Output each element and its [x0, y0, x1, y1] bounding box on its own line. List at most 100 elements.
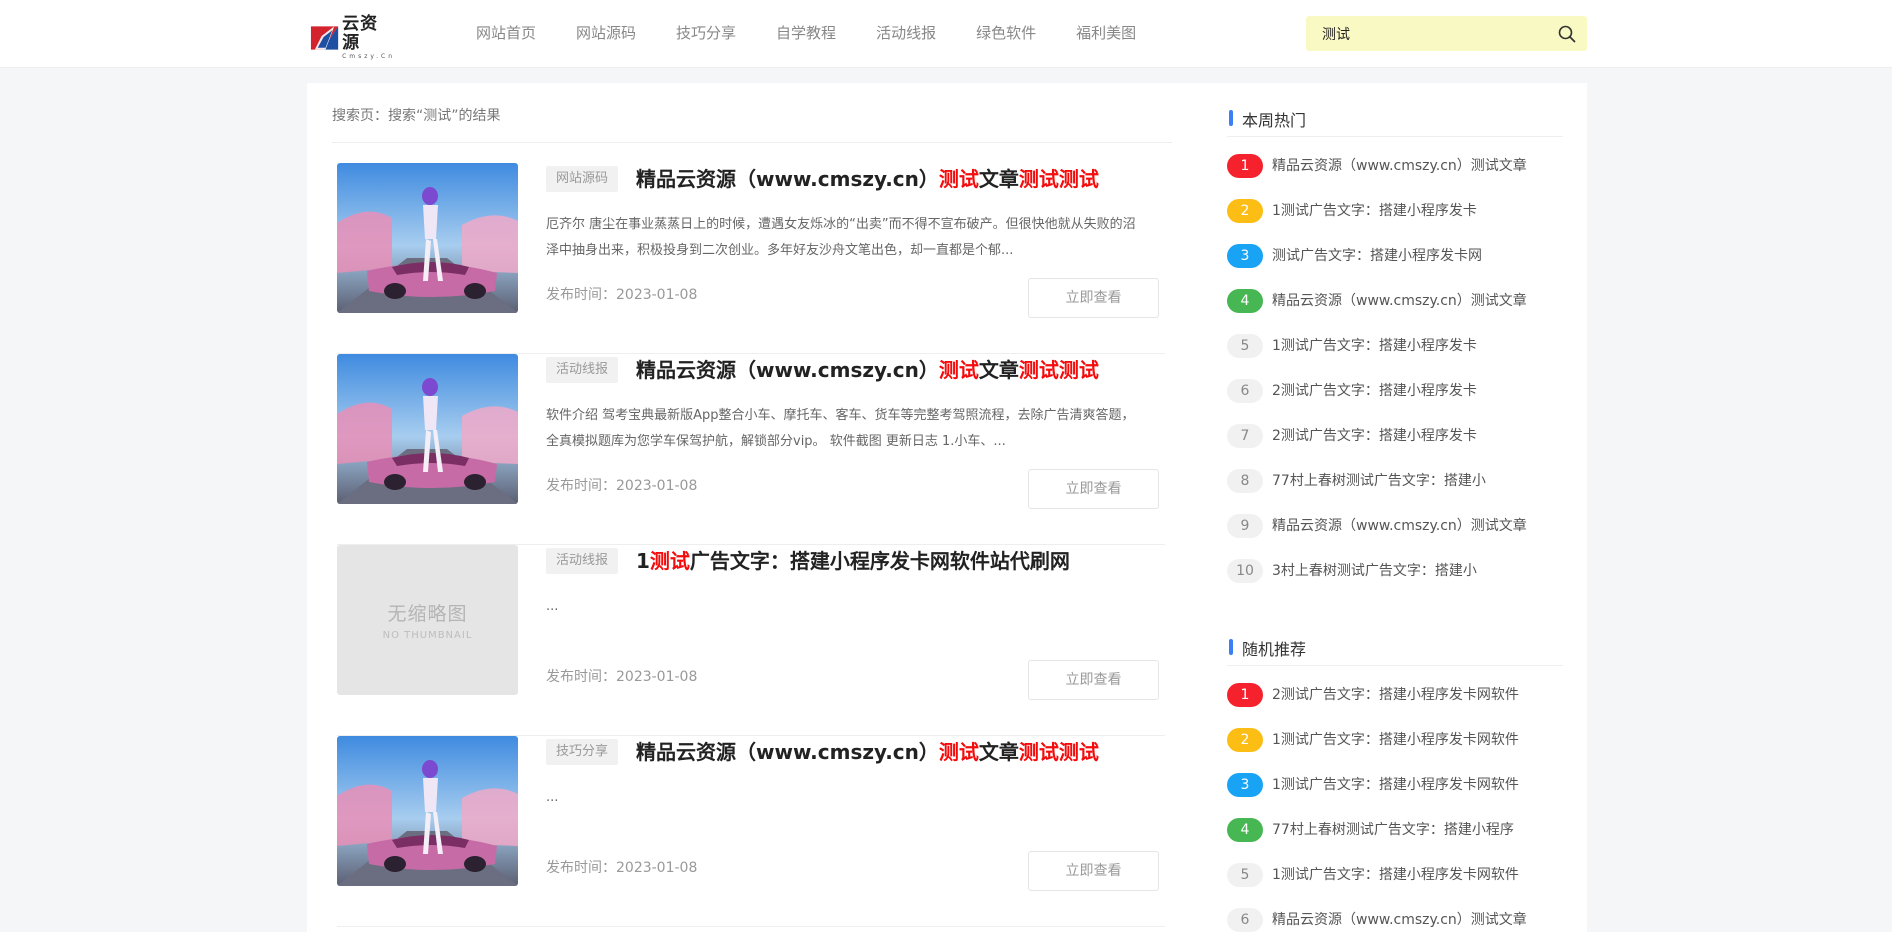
sidebar-list-item[interactable]: 3 1测试广告文字：搭建小程序发卡网软件	[1227, 773, 1563, 797]
sidebar-hot-header: 本周热门	[1227, 97, 1563, 137]
section-accent-bar	[1229, 639, 1233, 655]
rank-badge: 2	[1227, 199, 1263, 223]
no-thumbnail-placeholder: 无缩略图 NO THUMBNAIL	[337, 545, 518, 695]
sidebar-list-item[interactable]: 1 精品云资源（www.cmszy.cn）测试文章	[1227, 154, 1563, 178]
sidebar-item-title: 3村上春树测试广告文字：搭建小	[1272, 563, 1477, 579]
search-input[interactable]	[1306, 16, 1546, 51]
sidebar-hot: 本周热门 1 精品云资源（www.cmszy.cn）测试文章 2 1测试广告文字：搭建…	[1227, 97, 1563, 583]
post-date: 发布时间：2023-01-08	[546, 478, 698, 494]
nav-item-gallery[interactable]: 福利美图	[1076, 0, 1136, 66]
rank-badge: 4	[1227, 818, 1263, 842]
view-now-button[interactable]: 立即查看	[1028, 469, 1159, 509]
post-title-text: 广告文字：搭建小程序发卡网软件站代刷网	[689, 549, 1070, 573]
post-title[interactable]: 1测试广告文字：搭建小程序发卡网软件站代刷网	[636, 545, 1070, 577]
sidebar-list-item[interactable]: 8 77村上春树测试广告文字：搭建小	[1227, 469, 1563, 493]
post-title[interactable]: 精品云资源（www.cmszy.cn）测试文章测试测试	[636, 736, 1099, 768]
rank-badge: 7	[1227, 424, 1263, 448]
rank-badge: 2	[1227, 728, 1263, 752]
nav-item-activity[interactable]: 活动线报	[876, 0, 936, 66]
post-excerpt: ...	[546, 790, 559, 805]
post-title-text: 1	[636, 549, 650, 573]
post-thumbnail[interactable]	[337, 163, 518, 313]
post-excerpt: 软件介绍 驾考宝典最新版App整合小车、摩托车、客车、货车等完整考驾照流程，去除…	[546, 408, 1135, 449]
post-item: 网站源码 精品云资源（www.cmszy.cn）测试文章测试测试厄齐尔 唐尘在事业…	[337, 163, 1165, 354]
sidebar-item-title: 精品云资源（www.cmszy.cn）测试文章	[1272, 518, 1527, 534]
sidebar-list-item[interactable]: 1 2测试广告文字：搭建小程序发卡网软件	[1227, 683, 1563, 707]
sidebar-list-item[interactable]: 5 1测试广告文字：搭建小程序发卡网软件	[1227, 863, 1563, 887]
search-highlight: 测试测试	[1018, 358, 1099, 382]
sidebar-hot-title: 本周热门	[1242, 111, 1307, 130]
sidebar-item-title: 2测试广告文字：搭建小程序发卡	[1272, 383, 1477, 399]
rank-badge: 3	[1227, 773, 1263, 797]
search-highlight: 测试测试	[1018, 740, 1099, 764]
sidebar-item-title: 1测试广告文字：搭建小程序发卡	[1272, 338, 1477, 354]
rank-badge: 5	[1227, 863, 1263, 887]
no-thumbnail-sublabel: NO THUMBNAIL	[382, 630, 473, 641]
logo-mark-icon	[310, 26, 339, 50]
post-excerpt: 厄齐尔 唐尘在事业蒸蒸日上的时候，遭遇女友烁冰的“出卖”而不得不宣布破产。但很快…	[546, 217, 1136, 258]
post-date: 发布时间：2023-01-08	[546, 860, 698, 876]
sidebar-list-item[interactable]: 7 2测试广告文字：搭建小程序发卡	[1227, 424, 1563, 448]
nav-item-software[interactable]: 绿色软件	[976, 0, 1036, 66]
rank-badge: 6	[1227, 908, 1263, 932]
post-category-badge[interactable]: 活动线报	[546, 357, 619, 383]
post-category-badge[interactable]: 活动线报	[546, 548, 619, 574]
post-title-text: 文章	[978, 358, 1019, 382]
sidebar-item-title: 精品云资源（www.cmszy.cn）测试文章	[1272, 158, 1527, 174]
search-result-heading: 搜索页：搜索“测试”的结果	[332, 108, 501, 124]
nav-item-tips[interactable]: 技巧分享	[676, 0, 736, 66]
sidebar-list-item[interactable]: 4 精品云资源（www.cmszy.cn）测试文章	[1227, 289, 1563, 313]
sidebar-list-item[interactable]: 9 精品云资源（www.cmszy.cn）测试文章	[1227, 514, 1563, 538]
sidebar-list-item[interactable]: 2 1测试广告文字：搭建小程序发卡	[1227, 199, 1563, 223]
post-title-text: 精品云资源（www.cmszy.cn）	[636, 167, 939, 191]
post-title[interactable]: 精品云资源（www.cmszy.cn）测试文章测试测试	[636, 163, 1099, 195]
main-nav: 网站首页 网站源码 技巧分享 自学教程 活动线报 绿色软件 福利美图	[476, 0, 1176, 66]
search-icon[interactable]	[1557, 24, 1577, 44]
sidebar-list-item[interactable]: 6 精品云资源（www.cmszy.cn）测试文章	[1227, 908, 1563, 932]
view-now-button[interactable]: 立即查看	[1028, 851, 1159, 891]
sidebar-list-item[interactable]: 6 2测试广告文字：搭建小程序发卡	[1227, 379, 1563, 403]
sidebar-list-item[interactable]: 4 77村上春树测试广告文字：搭建小程序	[1227, 818, 1563, 842]
post-item: 技巧分享 精品云资源（www.cmszy.cn）测试文章测试测试... 发布时间：2…	[337, 736, 1165, 927]
post-excerpt: ...	[546, 599, 559, 614]
rank-badge: 5	[1227, 334, 1263, 358]
post-category-badge[interactable]: 技巧分享	[546, 739, 619, 765]
sidebar-item-title: 精品云资源（www.cmszy.cn）测试文章	[1272, 912, 1527, 928]
section-accent-bar	[1229, 110, 1233, 126]
search-box	[1306, 16, 1587, 51]
nav-item-home[interactable]: 网站首页	[476, 0, 536, 66]
sidebar-item-title: 77村上春树测试广告文字：搭建小程序	[1272, 822, 1514, 838]
post-title[interactable]: 精品云资源（www.cmszy.cn）测试文章测试测试	[636, 354, 1099, 386]
sidebar-random-title: 随机推荐	[1242, 640, 1307, 659]
post-thumbnail[interactable]	[337, 736, 518, 886]
rank-badge: 10	[1227, 559, 1263, 583]
search-highlight: 测试	[649, 549, 690, 573]
rank-badge: 3	[1227, 244, 1263, 268]
search-highlight: 测试	[938, 740, 979, 764]
nav-item-source[interactable]: 网站源码	[576, 0, 636, 66]
rank-badge: 6	[1227, 379, 1263, 403]
sidebar-item-title: 1测试广告文字：搭建小程序发卡	[1272, 203, 1477, 219]
divider	[332, 142, 1172, 143]
rank-badge: 4	[1227, 289, 1263, 313]
post-thumbnail[interactable]: 无缩略图 NO THUMBNAIL	[337, 545, 518, 695]
post-category-badge[interactable]: 网站源码	[546, 166, 619, 192]
view-now-button[interactable]: 立即查看	[1028, 660, 1159, 700]
sidebar-list-item[interactable]: 2 1测试广告文字：搭建小程序发卡网软件	[1227, 728, 1563, 752]
rank-badge: 1	[1227, 683, 1263, 707]
sidebar-random-header: 随机推荐	[1227, 626, 1563, 666]
site-logo[interactable]: 云资源 Cmszy.Cn	[309, 15, 395, 60]
sidebar-list-item[interactable]: 10 3村上春树测试广告文字：搭建小	[1227, 559, 1563, 583]
site-header: 云资源 Cmszy.Cn 网站首页 网站源码 技巧分享 自学教程 活动线报 绿色…	[0, 0, 1892, 68]
search-highlight: 测试测试	[1018, 167, 1099, 191]
sidebar-item-title: 2测试广告文字：搭建小程序发卡网软件	[1272, 687, 1519, 703]
nav-item-tutorial[interactable]: 自学教程	[776, 0, 836, 66]
sidebar-list-item[interactable]: 3 测试广告文字：搭建小程序发卡网	[1227, 244, 1563, 268]
sidebar-item-title: 测试广告文字：搭建小程序发卡网	[1272, 248, 1482, 264]
view-now-button[interactable]: 立即查看	[1028, 278, 1159, 318]
rank-badge: 1	[1227, 154, 1263, 178]
post-date: 发布时间：2023-01-08	[546, 287, 698, 303]
post-thumbnail[interactable]	[337, 354, 518, 504]
sidebar-random: 随机推荐 1 2测试广告文字：搭建小程序发卡网软件 2 1测试广告文字：搭建小程序发卡…	[1227, 626, 1563, 932]
sidebar-list-item[interactable]: 5 1测试广告文字：搭建小程序发卡	[1227, 334, 1563, 358]
